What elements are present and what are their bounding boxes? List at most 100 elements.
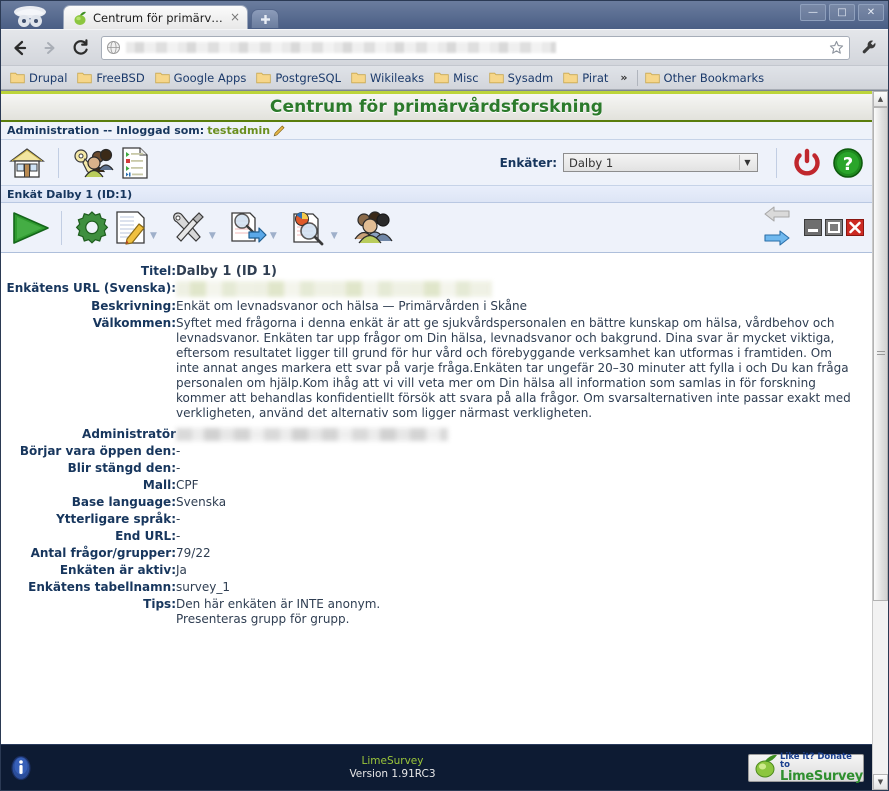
- bookmark-label: Drupal: [29, 70, 68, 85]
- footer-text: LimeSurvey Version 1.91RC3: [37, 755, 748, 781]
- detail-label: End URL:: [115, 529, 176, 543]
- scroll-up-button[interactable]: ▲: [873, 91, 888, 107]
- scrollbar-track[interactable]: [873, 107, 888, 774]
- chevron-down-icon[interactable]: ▼: [331, 231, 338, 241]
- reload-button[interactable]: [67, 35, 93, 61]
- browser-titlebar: Centrum för primärvå... × — □ ✕: [1, 1, 888, 29]
- detail-value: -: [176, 529, 181, 543]
- detail-label: Enkätens URL (Svenska):: [6, 281, 177, 295]
- logged-in-username: testadmin: [207, 124, 271, 137]
- bookmark-label: Sysadm: [507, 70, 554, 85]
- info-icon[interactable]: [9, 755, 37, 781]
- browse-responses-button[interactable]: ▼: [289, 209, 338, 247]
- main-toolbar-icons: [9, 146, 150, 180]
- tools-button[interactable]: ▼: [169, 209, 216, 247]
- bookmark-pirat[interactable]: Pirat: [559, 70, 614, 86]
- browser-tab[interactable]: Centrum för primärvå... ×: [63, 5, 248, 29]
- export-button[interactable]: ▼: [228, 209, 277, 247]
- detail-value: survey_1: [176, 580, 231, 594]
- window-close-button[interactable]: ✕: [858, 4, 884, 21]
- folder-icon: [10, 71, 25, 84]
- address-bar[interactable]: [101, 35, 850, 60]
- scrollbar-grip: [876, 350, 885, 357]
- detail-label: Välkommen:: [92, 316, 176, 330]
- chevron-down-icon[interactable]: ▼: [150, 231, 157, 241]
- survey-select[interactable]: Dalby 1 ▼: [563, 153, 758, 172]
- detail-value: Svenska: [176, 495, 227, 509]
- detail-row-end-url: End URL: -: [1, 528, 858, 545]
- new-tab-button[interactable]: [251, 9, 279, 28]
- folder-icon: [563, 71, 578, 84]
- bookmark-other-bookmarks[interactable]: Other Bookmarks: [641, 70, 771, 86]
- chevron-down-icon[interactable]: ▼: [270, 231, 277, 241]
- tab-close-icon[interactable]: ×: [228, 10, 242, 25]
- bookmark-misc[interactable]: Misc: [430, 70, 484, 86]
- bookmark-wikileaks[interactable]: Wikileaks: [347, 70, 430, 86]
- bookmark-drupal[interactable]: Drupal: [6, 70, 73, 86]
- bookmark-label: Misc: [453, 70, 479, 85]
- key-users-icon[interactable]: [72, 146, 116, 180]
- detail-label: Base language:: [71, 495, 176, 509]
- folder-icon: [351, 71, 366, 84]
- page-scrollbar[interactable]: ▲ ▼: [872, 91, 888, 790]
- main-toolbar: Enkäter: Dalby 1 ▼ ?: [1, 140, 872, 186]
- panel-window-buttons: [803, 219, 864, 237]
- chevron-down-icon: ▼: [739, 155, 755, 170]
- back-button[interactable]: [7, 35, 33, 61]
- lime-favicon-icon: [72, 10, 88, 26]
- bookmark-freebsd[interactable]: FreeBSD: [73, 70, 150, 86]
- survey-toolbar: ▼ ▼ ▼ ▼: [1, 203, 872, 253]
- detail-value: Dalby 1 (ID 1): [176, 264, 277, 279]
- welcome-text: Syftet med frågorna i denna enkät är att…: [176, 316, 851, 420]
- survey-select-value: Dalby 1: [569, 155, 614, 170]
- edit-survey-button[interactable]: ▼: [114, 209, 157, 247]
- donate-badge[interactable]: Like it? Donate to LimeSurvey: [748, 752, 864, 783]
- globe-icon: [106, 40, 122, 56]
- right-arrow-icon[interactable]: [763, 229, 791, 251]
- back-arrow-icon: [14, 40, 27, 55]
- app-header: Centrum för primärvårdsforskning: [1, 91, 872, 122]
- detail-row-tips: Tips: Den här enkäten är INTE anonym. Pr…: [1, 596, 858, 628]
- bookmarks-overflow-button[interactable]: »: [614, 71, 633, 84]
- detail-label: Beskrivning:: [91, 299, 176, 313]
- toolbar-separator: [61, 210, 62, 245]
- forward-button[interactable]: [37, 35, 63, 61]
- home-icon[interactable]: [9, 146, 45, 180]
- bookmark-label: PostgreSQL: [275, 70, 342, 85]
- detail-value: -: [176, 512, 181, 526]
- redacted-url: [176, 281, 492, 297]
- browser-menu-button[interactable]: [858, 36, 882, 60]
- close-icon[interactable]: [845, 219, 864, 237]
- bookmark-star-icon[interactable]: [829, 40, 845, 56]
- bookmark-sysadm[interactable]: Sysadm: [485, 70, 560, 86]
- window-maximize-button[interactable]: □: [829, 4, 855, 21]
- bookmark-label: Other Bookmarks: [663, 70, 765, 85]
- detail-label: Börjar vara öppen den:: [19, 444, 176, 458]
- admin-status-bar: Administration -- Inloggad som: testadmi…: [1, 122, 872, 140]
- detail-label: Administratör: [82, 427, 176, 441]
- participants-button[interactable]: [352, 209, 396, 247]
- toolbar-separator: [58, 147, 59, 178]
- detail-value: [176, 422, 858, 443]
- survey-list-icon[interactable]: [120, 146, 150, 180]
- left-arrow-icon[interactable]: [763, 205, 791, 227]
- chevron-down-icon[interactable]: ▼: [209, 231, 216, 241]
- pencil-icon[interactable]: [273, 124, 286, 137]
- minimize-icon[interactable]: [803, 219, 822, 237]
- scroll-down-button[interactable]: ▼: [873, 774, 888, 790]
- scrollbar-thumb[interactable]: [873, 107, 888, 601]
- bookmark-google-apps[interactable]: Google Apps: [151, 70, 253, 86]
- run-survey-button[interactable]: [9, 209, 53, 247]
- bookmark-postgresql[interactable]: PostgreSQL: [252, 70, 347, 86]
- power-icon[interactable]: [791, 147, 823, 179]
- help-icon[interactable]: ?: [832, 147, 864, 179]
- browser-toolbar: [1, 29, 888, 65]
- survey-details: Titel: Dalby 1 (ID 1) Enkätens URL (Sven…: [1, 253, 872, 628]
- bookmark-label: Google Apps: [173, 70, 247, 85]
- window-minimize-button[interactable]: —: [800, 4, 826, 21]
- general-settings-button[interactable]: [72, 209, 112, 247]
- restore-icon[interactable]: [824, 219, 843, 237]
- detail-label: Titel:: [140, 264, 176, 278]
- detail-row-active: Enkäten är aktiv: Ja: [1, 562, 858, 579]
- admin-status-text: Administration -- Inloggad som:: [7, 124, 205, 137]
